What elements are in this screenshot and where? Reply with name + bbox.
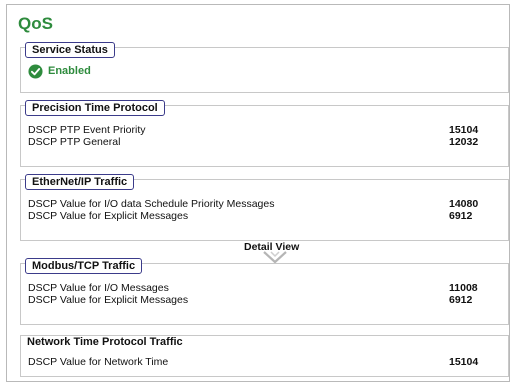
row-value: 6912 <box>449 210 473 222</box>
ethernet-ip-explicit-row: DSCP Value for Explicit Messages 6912 <box>28 210 478 223</box>
modbus-tcp-section: Modbus/TCP Traffic DSCP Value for I/O Me… <box>20 258 509 325</box>
ntp-section: Network Time Protocol Traffic DSCP Value… <box>20 335 509 377</box>
service-status-section: Service Status Enabled <box>20 42 509 93</box>
page-title: QoS <box>18 14 53 33</box>
ethernet-ip-title: EtherNet/IP Traffic <box>25 174 135 190</box>
row-label: DSCP Value for Network Time <box>28 356 169 368</box>
check-circle-icon <box>28 63 43 79</box>
row-value: 12032 <box>449 136 479 148</box>
row-value: 6912 <box>449 294 473 306</box>
service-status-title: Service Status <box>25 42 115 58</box>
row-value: 15104 <box>449 356 479 368</box>
ptp-title: Precision Time Protocol <box>25 100 165 116</box>
row-label: DSCP Value for Explicit Messages <box>28 294 189 306</box>
row-label: DSCP PTP General <box>28 136 121 148</box>
row-label: DSCP Value for Explicit Messages <box>28 210 189 222</box>
ntp-title: Network Time Protocol Traffic <box>27 336 183 348</box>
detail-view-label[interactable]: Detail View <box>244 241 299 253</box>
modbus-tcp-explicit-row: DSCP Value for Explicit Messages 6912 <box>28 294 478 307</box>
ntp-network-time-row: DSCP Value for Network Time 15104 <box>28 356 478 369</box>
detail-view-toggle[interactable]: Detail View <box>244 241 304 265</box>
service-status-indicator: Enabled <box>28 63 91 79</box>
qos-panel: QoS Service Status Enabled Precision Tim… <box>6 4 510 382</box>
ethernet-ip-section: EtherNet/IP Traffic DSCP Value for I/O d… <box>20 174 509 241</box>
ptp-section: Precision Time Protocol DSCP PTP Event P… <box>20 100 509 167</box>
ptp-general-row: DSCP PTP General 12032 <box>28 136 478 149</box>
service-status-text: Enabled <box>48 65 91 77</box>
modbus-tcp-title: Modbus/TCP Traffic <box>25 258 143 274</box>
